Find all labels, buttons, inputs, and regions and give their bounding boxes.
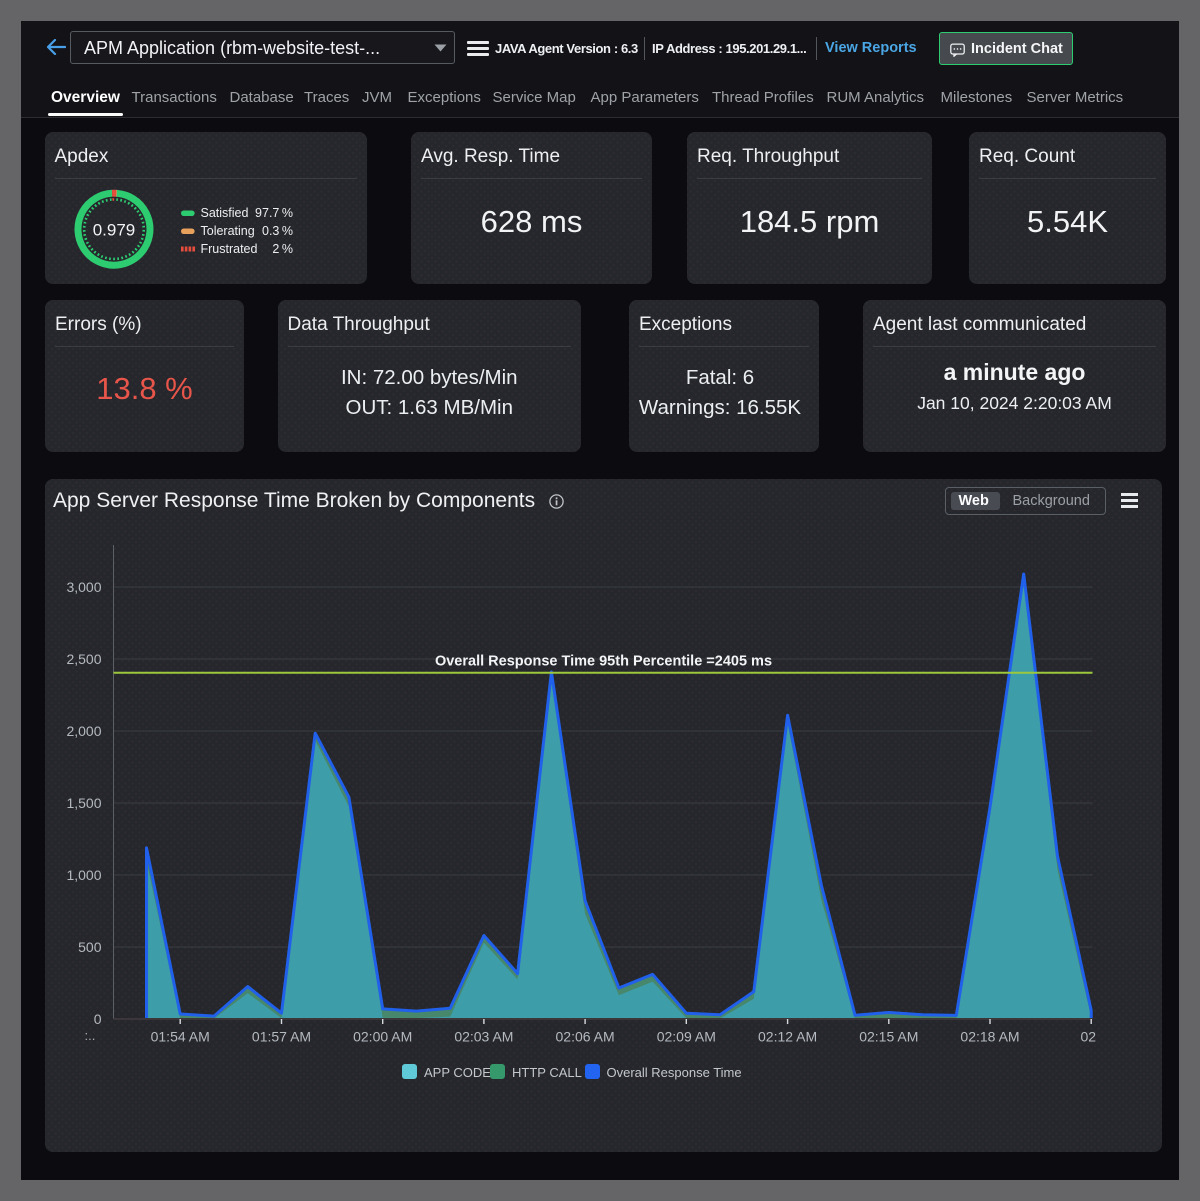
svg-text::..: :.. (84, 1028, 95, 1043)
svg-text:1,500: 1,500 (66, 795, 101, 811)
svg-text:02:09 AM: 02:09 AM (656, 1029, 715, 1045)
svg-text:02:06 AM: 02:06 AM (555, 1029, 614, 1045)
svg-text:02:00 AM: 02:00 AM (353, 1029, 412, 1045)
svg-text:Overall Response Time 95th Per: Overall Response Time 95th Percentile =2… (434, 654, 771, 670)
svg-text:2,500: 2,500 (66, 651, 101, 667)
svg-text:01:57 AM: 01:57 AM (251, 1029, 310, 1045)
svg-text:01:54 AM: 01:54 AM (150, 1029, 209, 1045)
svg-text:500: 500 (78, 939, 102, 955)
svg-text:2,000: 2,000 (66, 723, 101, 739)
svg-text:02:15 AM: 02:15 AM (859, 1029, 918, 1045)
svg-text:0: 0 (93, 1011, 101, 1027)
svg-text:3,000: 3,000 (66, 579, 101, 595)
svg-text:02:03 AM: 02:03 AM (454, 1029, 513, 1045)
svg-text:02:12 AM: 02:12 AM (758, 1029, 817, 1045)
svg-text:0.979: 0.979 (92, 221, 135, 240)
svg-text:02:18 AM: 02:18 AM (960, 1029, 1019, 1045)
svg-text:1,000: 1,000 (66, 867, 101, 883)
svg-text:02: 02 (1080, 1029, 1096, 1045)
